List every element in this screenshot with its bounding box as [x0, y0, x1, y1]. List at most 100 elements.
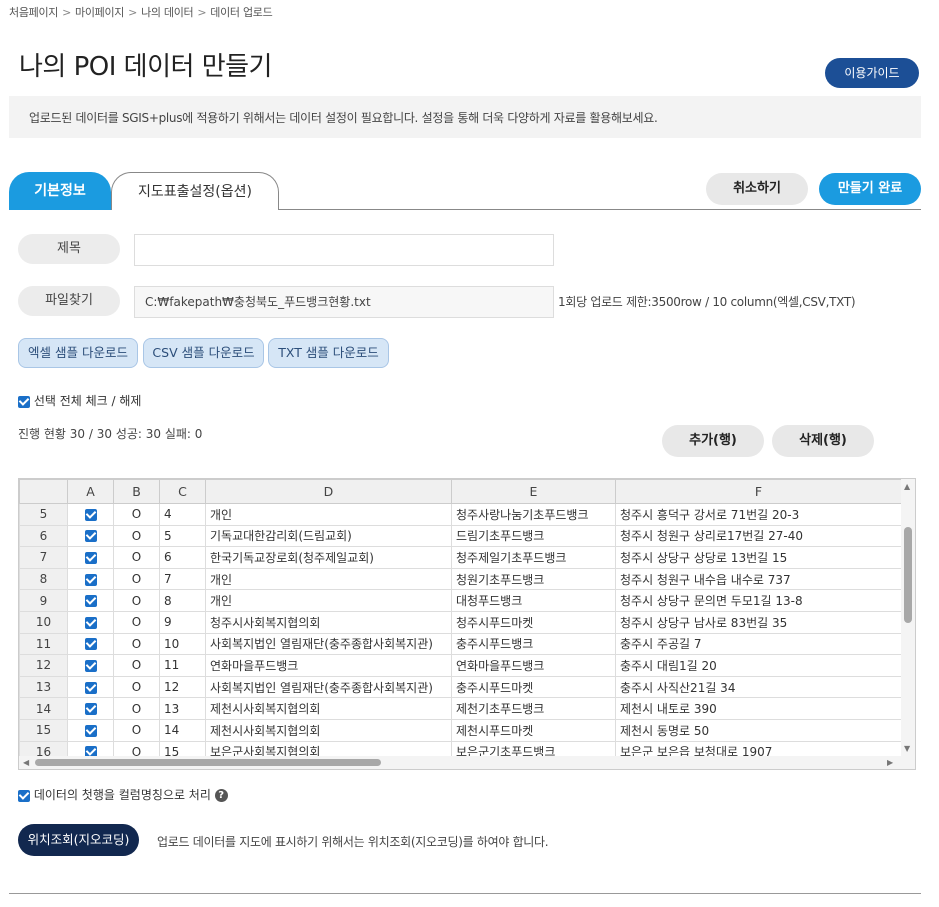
checkbox-checked-icon[interactable] [84, 616, 97, 629]
row-select-checkbox[interactable] [67, 503, 114, 526]
cell-f[interactable]: 청주시 상당구 상당로 13번길 15 [615, 546, 902, 569]
row-select-checkbox[interactable] [67, 654, 114, 677]
cell-d[interactable]: 기독교대한감리회(드림교회) [205, 524, 452, 548]
cell-c[interactable]: 5 [159, 524, 206, 548]
checkbox-checked-icon[interactable] [84, 659, 97, 672]
table-row[interactable]: 5 O 4 개인 청주사랑나눔기초푸드뱅크 청주시 흥덕구 강서로 71번길 20-3 [19, 503, 902, 526]
cell-b[interactable]: O [113, 524, 160, 548]
checkbox-checked-icon[interactable] [84, 508, 97, 521]
column-header-a[interactable]: A [67, 479, 114, 504]
header-as-column-toggle[interactable]: 데이터의 첫행을 컬럼명칭으로 처리 ? [18, 786, 228, 803]
table-row[interactable]: 14 O 13 제천시사회복지협의회 제천기초푸드뱅크 제천시 내토로 390 [19, 697, 902, 720]
cell-b[interactable]: O [113, 589, 160, 612]
table-row[interactable]: 13 O 12 사회복지법인 열림재단(충주종합사회복지관) 충주시푸드마켓 충주시 사직… [19, 675, 902, 699]
row-select-checkbox[interactable] [67, 546, 114, 569]
checkbox-checked-icon[interactable] [84, 573, 97, 586]
cell-b[interactable]: O [113, 632, 160, 656]
checkbox-checked-icon[interactable] [84, 703, 97, 716]
cell-d[interactable]: 제천시사회복지협의회 [205, 697, 452, 720]
delete-row-button[interactable]: 삭제(행) [772, 425, 874, 457]
cell-e[interactable]: 청원기초푸드뱅크 [451, 567, 616, 591]
cell-f[interactable]: 충주시 대림1길 20 [615, 654, 902, 677]
cell-f[interactable]: 청주시 청원구 상리로17번길 27-40 [615, 524, 902, 548]
txt-sample-download-button[interactable]: TXT 샘플 다운로드 [268, 338, 389, 368]
vertical-scroll-thumb[interactable] [904, 527, 912, 623]
cell-d[interactable]: 청주시사회복지협의회 [205, 610, 452, 634]
breadcrumb-item-home[interactable]: 처음페이지 [9, 6, 58, 19]
cell-b[interactable]: O [113, 718, 160, 742]
table-row[interactable]: 9 O 8 개인 대청푸드뱅크 청주시 상당구 문의면 두모1길 13-8 [19, 589, 902, 612]
cell-d[interactable]: 개인 [205, 589, 452, 612]
cell-e[interactable]: 제천시푸드마켓 [451, 718, 616, 742]
table-row[interactable]: 11 O 10 사회복지법인 열림재단(충주종합사회복지관) 충주시푸드뱅크 충주시 주공… [19, 632, 902, 656]
guide-button[interactable]: 이용가이드 [825, 58, 919, 88]
cell-f[interactable]: 청주시 흥덕구 강서로 71번길 20-3 [615, 503, 902, 526]
cell-b[interactable]: O [113, 697, 160, 720]
cell-f[interactable]: 청주시 상당구 문의면 두모1길 13-8 [615, 589, 902, 612]
horizontal-scrollbar[interactable]: ◀ ▶ [19, 756, 915, 769]
breadcrumb-item-mydata[interactable]: 나의 데이터 [141, 6, 194, 19]
scroll-down-icon[interactable]: ▼ [904, 744, 910, 753]
cell-f[interactable]: 청주시 상당구 남사로 83번길 35 [615, 610, 902, 634]
table-row[interactable]: 6 O 5 기독교대한감리회(드림교회) 드림기초푸드뱅크 청주시 청원구 상리로17번길… [19, 524, 902, 548]
cell-e[interactable]: 청주사랑나눔기초푸드뱅크 [451, 503, 616, 526]
table-row[interactable]: 12 O 11 연화마을푸드뱅크 연화마을푸드뱅크 충주시 대림1길 20 [19, 654, 902, 677]
cell-c[interactable]: 7 [159, 567, 206, 591]
cell-e[interactable]: 청주제일기초푸드뱅크 [451, 546, 616, 569]
cell-b[interactable]: O [113, 567, 160, 591]
cell-d[interactable]: 개인 [205, 503, 452, 526]
select-all-toggle[interactable]: 선택 전체 체크 / 해제 [18, 392, 141, 409]
cell-f[interactable]: 충주시 사직산21길 34 [615, 675, 902, 699]
cell-d[interactable]: 연화마을푸드뱅크 [205, 654, 452, 677]
column-header-e[interactable]: E [451, 479, 616, 504]
cell-c[interactable]: 11 [159, 654, 206, 677]
row-select-checkbox[interactable] [67, 589, 114, 612]
cell-e[interactable]: 충주시푸드뱅크 [451, 632, 616, 656]
table-row[interactable]: 10 O 9 청주시사회복지협의회 청주시푸드마켓 청주시 상당구 남사로 83번길 35 [19, 610, 902, 634]
column-header-f[interactable]: F [615, 479, 902, 504]
cell-f[interactable]: 제천시 내토로 390 [615, 697, 902, 720]
cell-c[interactable]: 13 [159, 697, 206, 720]
table-row[interactable]: 15 O 14 제천시사회복지협의회 제천시푸드마켓 제천시 동명로 50 [19, 718, 902, 742]
row-select-checkbox[interactable] [67, 567, 114, 591]
cell-e[interactable]: 대청푸드뱅크 [451, 589, 616, 612]
cell-c[interactable]: 10 [159, 632, 206, 656]
checkbox-checked-icon[interactable] [84, 595, 97, 608]
cell-e[interactable]: 제천기초푸드뱅크 [451, 697, 616, 720]
title-input[interactable] [134, 234, 554, 266]
help-icon[interactable]: ? [214, 789, 228, 802]
row-select-checkbox[interactable] [67, 718, 114, 742]
tab-basic-info[interactable]: 기본정보 [9, 172, 111, 210]
checkbox-checked-icon[interactable] [84, 530, 97, 543]
cell-c[interactable]: 6 [159, 546, 206, 569]
cell-d[interactable]: 사회복지법인 열림재단(충주종합사회복지관) [205, 632, 452, 656]
cell-e[interactable]: 드림기초푸드뱅크 [451, 524, 616, 548]
checkbox-checked-icon[interactable] [84, 638, 97, 651]
cell-b[interactable]: O [113, 675, 160, 699]
checkbox-checked-icon[interactable] [18, 395, 30, 408]
cell-e[interactable]: 청주시푸드마켓 [451, 610, 616, 634]
breadcrumb-item-mypage[interactable]: 마이페이지 [75, 6, 124, 19]
cell-c[interactable]: 9 [159, 610, 206, 634]
cell-c[interactable]: 12 [159, 675, 206, 699]
column-header-b[interactable]: B [113, 479, 160, 504]
checkbox-checked-icon[interactable] [84, 681, 97, 694]
checkbox-checked-icon[interactable] [84, 724, 97, 737]
cell-f[interactable]: 충주시 주공길 7 [615, 632, 902, 656]
cell-d[interactable]: 사회복지법인 열림재단(충주종합사회복지관) [205, 675, 452, 699]
checkbox-checked-icon[interactable] [84, 551, 97, 564]
cancel-button[interactable]: 취소하기 [706, 173, 808, 205]
row-select-checkbox[interactable] [67, 632, 114, 656]
scroll-right-icon[interactable]: ▶ [887, 758, 893, 767]
cell-c[interactable]: 8 [159, 589, 206, 612]
cell-f[interactable]: 청주시 청원구 내수읍 내수로 737 [615, 567, 902, 591]
cell-b[interactable]: O [113, 610, 160, 634]
row-select-checkbox[interactable] [67, 675, 114, 699]
cell-d[interactable]: 개인 [205, 567, 452, 591]
cell-b[interactable]: O [113, 546, 160, 569]
cell-c[interactable]: 4 [159, 503, 206, 526]
cell-b[interactable]: O [113, 503, 160, 526]
file-path-field[interactable]: C:₩fakepath₩충청북도_푸드뱅크현황.txt [134, 286, 554, 318]
cell-e[interactable]: 충주시푸드마켓 [451, 675, 616, 699]
checkbox-checked-icon[interactable] [18, 789, 30, 802]
